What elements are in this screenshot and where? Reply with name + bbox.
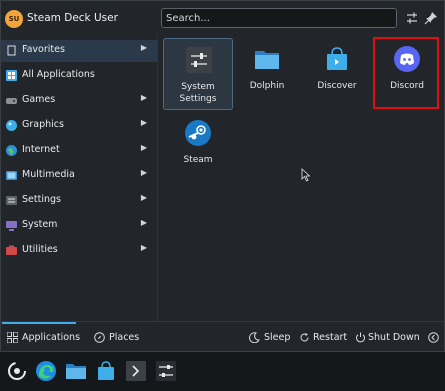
sidebar-item-label: Favorites	[22, 44, 65, 55]
edge-browser-icon[interactable]	[35, 360, 57, 382]
sidebar-item-games[interactable]: Games ▶	[1, 90, 157, 112]
discover-bag-icon	[327, 47, 347, 70]
bookmark-icon	[7, 45, 16, 56]
sidebar-item-label: Graphics	[22, 119, 64, 130]
steam-icon	[185, 120, 211, 146]
tab-places[interactable]: Places	[89, 322, 149, 353]
sidebar-item-label: Internet	[22, 144, 60, 155]
settings-icon	[6, 196, 17, 205]
sidebar-item-settings[interactable]: Settings ▶	[1, 190, 157, 212]
sidebar-item-multimedia[interactable]: Multimedia ▶	[1, 165, 157, 187]
power-icon	[356, 332, 365, 343]
shutdown-button[interactable]: Shut Down	[353, 322, 420, 353]
restart-label: Restart	[313, 332, 348, 343]
chevron-right-icon: ▶	[140, 218, 147, 227]
sidebar-item-favorites[interactable]: Favorites ▶	[1, 40, 157, 62]
sliders-icon[interactable]	[404, 10, 420, 26]
terminal-icon[interactable]	[125, 360, 147, 382]
app-tile-system-settings[interactable]: System Settings	[163, 38, 233, 110]
chevron-right-icon: ▶	[140, 243, 147, 252]
grid-icon	[7, 332, 18, 343]
tab-label: Applications	[22, 332, 81, 343]
highlight-box	[373, 37, 439, 109]
sidebar-item-utilities[interactable]: Utilities ▶	[1, 240, 157, 262]
sidebar-item-label: All Applications	[22, 69, 95, 80]
tab-label: Places	[109, 332, 140, 343]
more-options-icon[interactable]	[428, 332, 439, 343]
chevron-right-icon: ▶	[140, 143, 147, 152]
sidebar-item-label: Settings	[22, 194, 61, 205]
pin-icon[interactable]	[423, 10, 439, 26]
sleep-button[interactable]: Sleep	[247, 322, 291, 353]
app-name: System Settings	[179, 82, 217, 104]
app-name: Dolphin	[249, 81, 285, 91]
avatar[interactable]: SU	[5, 10, 23, 28]
app-tile-discover[interactable]: Discover	[302, 38, 372, 108]
restart-icon	[300, 333, 309, 342]
app-tile-steam[interactable]: Steam	[163, 112, 233, 182]
sidebar-item-system[interactable]: System ▶	[1, 215, 157, 237]
sleep-label: Sleep	[264, 332, 291, 343]
chevron-right-icon: ▶	[140, 43, 147, 52]
category-sidebar: Favorites ▶ All Applications Games ▶ Gra…	[1, 39, 157, 321]
utilities-icon	[6, 245, 17, 255]
search-input[interactable]	[161, 8, 397, 28]
user-name: Steam Deck User	[27, 12, 118, 24]
store-icon[interactable]	[95, 360, 117, 382]
mixer-icon[interactable]	[155, 360, 177, 382]
app-name: Discover	[317, 81, 357, 91]
grid-icon	[6, 70, 17, 81]
system-icon	[6, 221, 17, 231]
sidebar-item-graphics[interactable]: Graphics ▶	[1, 115, 157, 137]
taskbar	[0, 352, 445, 391]
restart-button[interactable]: Restart	[297, 322, 347, 353]
chevron-right-icon: ▶	[140, 193, 147, 202]
application-launcher: SU Steam Deck User Favorites ▶ All Appli…	[0, 0, 445, 352]
folder-icon	[255, 51, 279, 69]
sidebar-item-label: System	[22, 219, 58, 230]
app-name: Steam	[183, 155, 213, 165]
system-settings-icon	[186, 47, 212, 73]
gamepad-icon	[6, 98, 17, 104]
shutdown-label: Shut Down	[368, 332, 420, 343]
moon-icon	[249, 332, 260, 343]
compass-icon	[94, 332, 105, 343]
file-manager-icon[interactable]	[65, 360, 87, 382]
chevron-right-icon: ▶	[140, 93, 147, 102]
chevron-right-icon: ▶	[140, 118, 147, 127]
globe-icon	[6, 145, 17, 156]
app-tile-dolphin[interactable]: Dolphin	[232, 38, 302, 108]
multimedia-icon	[6, 171, 17, 180]
graphics-icon	[6, 120, 17, 131]
sidebar-item-label: Games	[22, 94, 56, 105]
sidebar-item-internet[interactable]: Internet ▶	[1, 140, 157, 162]
tab-applications[interactable]: Applications	[2, 322, 80, 353]
sidebar-item-label: Utilities	[22, 244, 58, 255]
launcher-footer: Applications Places Sleep Restart Shut D…	[1, 321, 444, 354]
chevron-right-icon: ▶	[140, 168, 147, 177]
steam-launcher-icon[interactable]	[6, 360, 28, 382]
sidebar-item-all-applications[interactable]: All Applications	[1, 65, 157, 87]
mouse-cursor-icon	[301, 168, 311, 182]
sidebar-item-label: Multimedia	[22, 169, 75, 180]
